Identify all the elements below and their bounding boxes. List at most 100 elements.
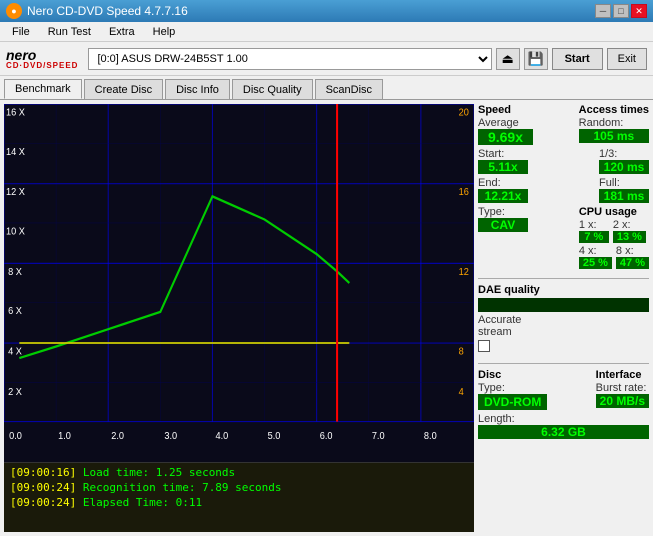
cpu4x-label: 4 x: bbox=[579, 245, 612, 257]
save-button[interactable]: 💾 bbox=[524, 48, 548, 70]
svg-text:16: 16 bbox=[459, 187, 470, 199]
svg-text:4: 4 bbox=[459, 387, 465, 399]
svg-text:10 X: 10 X bbox=[6, 226, 25, 238]
log-text-2: Recognition time: 7.89 seconds bbox=[83, 481, 282, 494]
svg-text:8: 8 bbox=[459, 346, 465, 358]
one-third-value: 120 ms bbox=[599, 160, 649, 174]
svg-text:6 X: 6 X bbox=[8, 306, 22, 318]
log-area: [09:00:16] Load time: 1.25 seconds [09:0… bbox=[4, 462, 474, 532]
cpu2x-value: 13 % bbox=[613, 231, 646, 243]
type-value: CAV bbox=[478, 218, 528, 232]
svg-text:2.0: 2.0 bbox=[111, 430, 124, 442]
svg-text:6.0: 6.0 bbox=[320, 430, 333, 442]
window-controls: ─ □ ✕ bbox=[595, 4, 647, 18]
svg-text:8.0: 8.0 bbox=[424, 430, 437, 442]
log-time-1: [09:00:16] bbox=[10, 466, 76, 479]
disc-length-value: 6.32 GB bbox=[478, 425, 649, 439]
window-title: Nero CD-DVD Speed 4.7.7.16 bbox=[27, 4, 188, 18]
menu-extra[interactable]: Extra bbox=[101, 24, 143, 40]
svg-text:20: 20 bbox=[459, 107, 470, 119]
cpu-header: CPU usage bbox=[579, 206, 649, 218]
right-panel: Speed Average 9.69x Access times Random:… bbox=[478, 100, 653, 536]
svg-text:5.0: 5.0 bbox=[268, 430, 281, 442]
app-icon: ● bbox=[6, 3, 22, 19]
disc-type-label: Type: bbox=[478, 382, 547, 394]
log-time-3: [09:00:24] bbox=[10, 496, 76, 509]
disc-section: Disc Type: DVD-ROM Interface Burst rate:… bbox=[478, 369, 649, 439]
start-button[interactable]: Start bbox=[552, 48, 603, 70]
svg-text:4 X: 4 X bbox=[8, 346, 22, 358]
chart-area: 16 X 14 X 12 X 10 X 8 X 6 X 4 X 2 X 20 1… bbox=[4, 104, 474, 462]
full-label: Full: bbox=[599, 177, 649, 189]
divider-1 bbox=[478, 278, 649, 279]
menu-file[interactable]: File bbox=[4, 24, 38, 40]
svg-text:0.0: 0.0 bbox=[9, 430, 22, 442]
cpu2x-label: 2 x: bbox=[613, 219, 646, 231]
menu-help[interactable]: Help bbox=[145, 24, 184, 40]
tab-benchmark[interactable]: Benchmark bbox=[4, 79, 82, 99]
svg-text:8 X: 8 X bbox=[8, 266, 22, 278]
dae-section: DAE quality Accurate stream bbox=[478, 284, 649, 354]
avg-value: 9.69x bbox=[478, 129, 533, 145]
start-label: Start: bbox=[478, 148, 528, 160]
cpu1x-value: 7 % bbox=[579, 231, 609, 243]
tab-create-disc[interactable]: Create Disc bbox=[84, 79, 163, 99]
svg-text:7.0: 7.0 bbox=[372, 430, 385, 442]
avg-label: Average bbox=[478, 117, 533, 129]
svg-text:3.0: 3.0 bbox=[164, 430, 177, 442]
svg-text:12 X: 12 X bbox=[6, 187, 25, 199]
log-time-2: [09:00:24] bbox=[10, 481, 76, 494]
svg-text:16 X: 16 X bbox=[6, 107, 25, 119]
title-bar: ● Nero CD-DVD Speed 4.7.7.16 ─ □ ✕ bbox=[0, 0, 653, 22]
end-label: End: bbox=[478, 177, 528, 189]
nero-sub-brand: CD·DVD/SPEED bbox=[6, 62, 78, 70]
svg-text:4.0: 4.0 bbox=[216, 430, 229, 442]
maximize-button[interactable]: □ bbox=[613, 4, 629, 18]
cpu1x-label: 1 x: bbox=[579, 219, 609, 231]
svg-text:14 X: 14 X bbox=[6, 146, 25, 158]
burst-label: Burst rate: bbox=[596, 382, 649, 394]
nero-logo: nero CD·DVD/SPEED bbox=[6, 48, 78, 70]
menu-run-test[interactable]: Run Test bbox=[40, 24, 99, 40]
accurate-stream-row bbox=[478, 340, 649, 352]
access-header: Access times bbox=[579, 104, 649, 116]
log-text-3: Elapsed Time: 0:11 bbox=[83, 496, 202, 509]
start-value: 5.11x bbox=[478, 160, 528, 174]
cpu4x-value: 25 % bbox=[579, 257, 612, 269]
close-button[interactable]: ✕ bbox=[631, 4, 647, 18]
tab-disc-info[interactable]: Disc Info bbox=[165, 79, 230, 99]
minimize-button[interactable]: ─ bbox=[595, 4, 611, 18]
svg-text:12: 12 bbox=[459, 266, 469, 278]
toolbar: nero CD·DVD/SPEED [0:0] ASUS DRW-24B5ST … bbox=[0, 42, 653, 76]
cpu8x-value: 47 % bbox=[616, 257, 649, 269]
one-third-label: 1/3: bbox=[599, 148, 649, 160]
stream-label: stream bbox=[478, 326, 649, 338]
dae-bar bbox=[478, 298, 649, 312]
svg-text:2 X: 2 X bbox=[8, 387, 22, 399]
interface-header: Interface bbox=[596, 369, 649, 381]
cpu8x-label: 8 x: bbox=[616, 245, 649, 257]
svg-text:1.0: 1.0 bbox=[58, 430, 71, 442]
drive-select[interactable]: [0:0] ASUS DRW-24B5ST 1.00 bbox=[88, 48, 491, 70]
benchmark-chart: 16 X 14 X 12 X 10 X 8 X 6 X 4 X 2 X 20 1… bbox=[4, 104, 474, 462]
log-text-1: Load time: 1.25 seconds bbox=[83, 466, 235, 479]
eject-button[interactable]: ⏏ bbox=[496, 48, 520, 70]
disc-header: Disc bbox=[478, 369, 547, 381]
speed-header: Speed bbox=[478, 104, 533, 116]
end-value: 12.21x bbox=[478, 189, 528, 203]
disc-type-value: DVD-ROM bbox=[478, 394, 547, 410]
log-line-2: [09:00:24] Recognition time: 7.89 second… bbox=[6, 480, 472, 495]
exit-button[interactable]: Exit bbox=[607, 48, 647, 70]
tab-scan-disc[interactable]: ScanDisc bbox=[315, 79, 383, 99]
accurate-stream-checkbox[interactable] bbox=[478, 340, 490, 352]
main-content: 16 X 14 X 12 X 10 X 8 X 6 X 4 X 2 X 20 1… bbox=[0, 100, 653, 536]
disc-length-label: Length: bbox=[478, 413, 649, 425]
tab-disc-quality[interactable]: Disc Quality bbox=[232, 79, 313, 99]
random-value: 105 ms bbox=[579, 129, 649, 143]
dae-header: DAE quality bbox=[478, 284, 649, 296]
chart-container: 16 X 14 X 12 X 10 X 8 X 6 X 4 X 2 X 20 1… bbox=[4, 104, 474, 532]
random-label: Random: bbox=[579, 117, 649, 129]
type-label: Type: bbox=[478, 206, 528, 218]
speed-section: Speed Average 9.69x Access times Random:… bbox=[478, 104, 649, 269]
log-line-1: [09:00:16] Load time: 1.25 seconds bbox=[6, 465, 472, 480]
